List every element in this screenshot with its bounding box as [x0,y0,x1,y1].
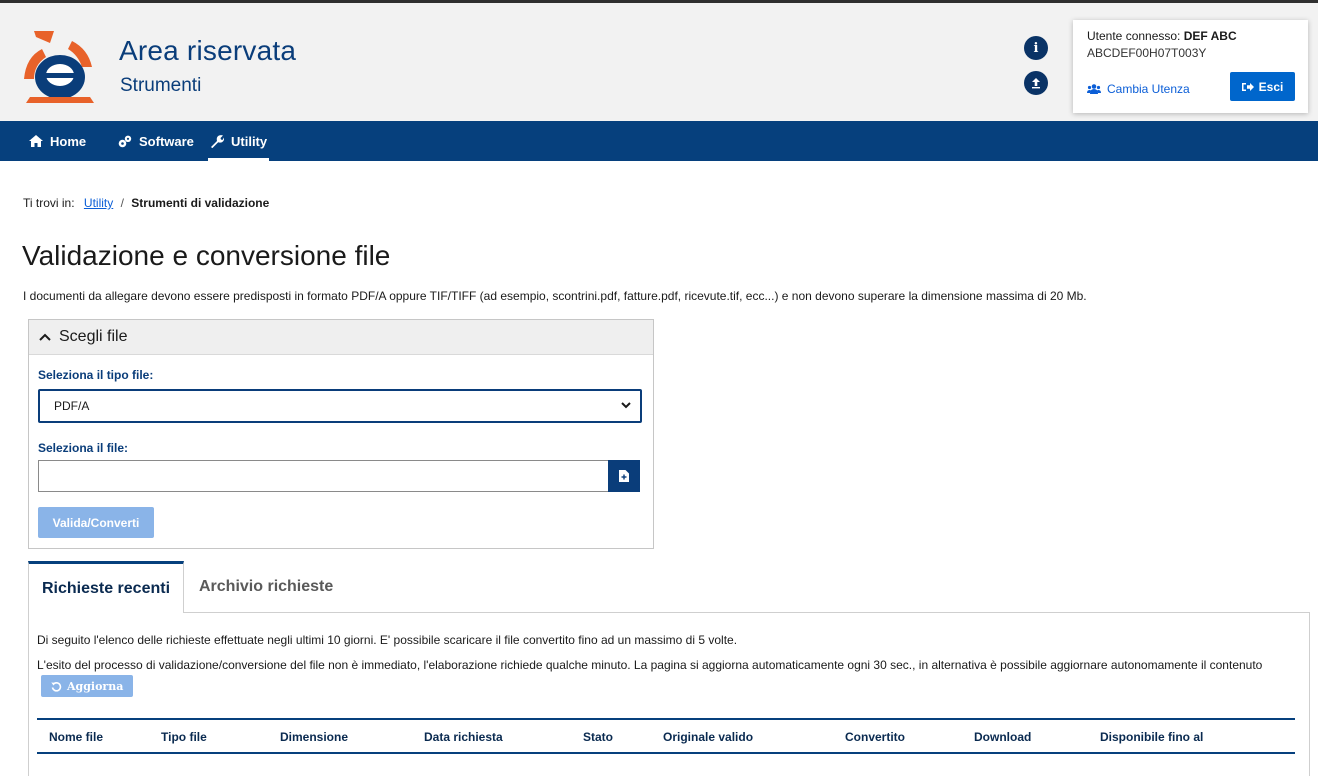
breadcrumb-current: Strumenti di validazione [131,196,270,210]
breadcrumb-link-utility[interactable]: Utility [84,196,113,210]
recent-requests-panel: Di seguito l'elenco delle richieste effe… [28,612,1310,776]
home-icon [29,135,43,147]
file-type-value: PDF/A [54,399,90,413]
users-icon [1087,84,1101,94]
choose-file-heading: Scegli file [59,328,128,345]
user-label: Utente connesso: [1087,29,1181,43]
file-type-select[interactable]: PDF/A [38,389,642,423]
file-label: Seleziona il file: [38,441,129,455]
column-header: Stato [583,730,613,744]
nav-item-software[interactable]: Software [118,121,194,161]
nav-item-utility[interactable]: Utility [207,121,270,161]
nav-item-home[interactable]: Home [29,121,86,161]
column-header: Dimensione [280,730,349,744]
column-header: Data richiesta [424,730,503,744]
switch-user-label: Cambia Utenza [1107,82,1190,96]
file-plus-icon [619,470,629,482]
column-header: Download [974,730,1032,744]
app-subtitle: Strumenti [120,75,202,96]
breadcrumb-prefix: Ti trovi in: [23,196,75,210]
validate-convert-button[interactable]: Valida/Converti [38,507,154,538]
logout-label: Esci [1258,79,1284,94]
nav-label-home: Home [50,133,87,149]
logout-button[interactable]: Esci [1230,72,1295,101]
user-name: DEF ABC [1183,29,1237,43]
wrench-icon [211,135,224,148]
recent-info-text: Di seguito l'elenco delle richieste effe… [37,633,738,647]
browse-file-button[interactable] [608,460,640,492]
user-card: Utente connesso: DEF ABC ABCDEF00H07T003… [1073,20,1308,113]
sign-out-icon [1241,82,1254,91]
choose-file-panel: Scegli file Seleziona il tipo file: PDF/… [28,319,654,549]
info-circle-icon[interactable]: i [1024,36,1048,60]
column-header: Nome file [49,730,104,744]
processing-info: L'esito del processo di validazione/conv… [37,656,1277,697]
refresh-icon [51,681,62,692]
chevron-up-icon [39,333,51,341]
user-code: ABCDEF00H07T003Y [1087,46,1207,60]
tab-request-archive[interactable]: Archivio richieste [199,561,333,613]
refresh-label: Aggiorna [67,679,124,693]
file-type-label: Seleziona il tipo file: [38,368,154,382]
file-input[interactable] [38,460,608,492]
breadcrumb: Ti trovi in: Utility / Strumenti di vali… [23,196,269,210]
app-title: Area riservata [119,35,297,66]
refresh-button[interactable]: Aggiorna [41,675,134,697]
column-header: Disponibile fino al [1100,730,1204,744]
upload-circle-icon[interactable] [1024,71,1048,95]
site-header: Area riservata Strumenti i Utente connes… [0,3,1318,121]
page-title: Validazione e conversione file [22,240,391,271]
agenzia-logo[interactable] [20,27,100,105]
column-header: Tipo file [161,730,207,744]
nav-label-utility: Utility [231,133,268,149]
column-header: Convertito [845,730,905,744]
tab-recent-requests[interactable]: Richieste recenti [28,561,184,613]
nav-label-software: Software [139,133,194,149]
choose-file-toggle[interactable]: Scegli file [29,320,653,355]
software-icon [118,135,132,147]
requests-table-header: Nome file Tipo file Dimensione Data rich… [37,718,1295,754]
switch-user-link[interactable]: Cambia Utenza [1087,82,1190,96]
processing-info-text: L'esito del processo di validazione/conv… [37,658,1263,672]
breadcrumb-separator: / [120,196,124,210]
column-header: Originale valido [663,730,754,744]
main-nav: Home Software Utility [0,121,1318,161]
page-intro: I documenti da allegare devono essere pr… [23,289,1087,303]
chevron-down-icon [621,402,631,409]
